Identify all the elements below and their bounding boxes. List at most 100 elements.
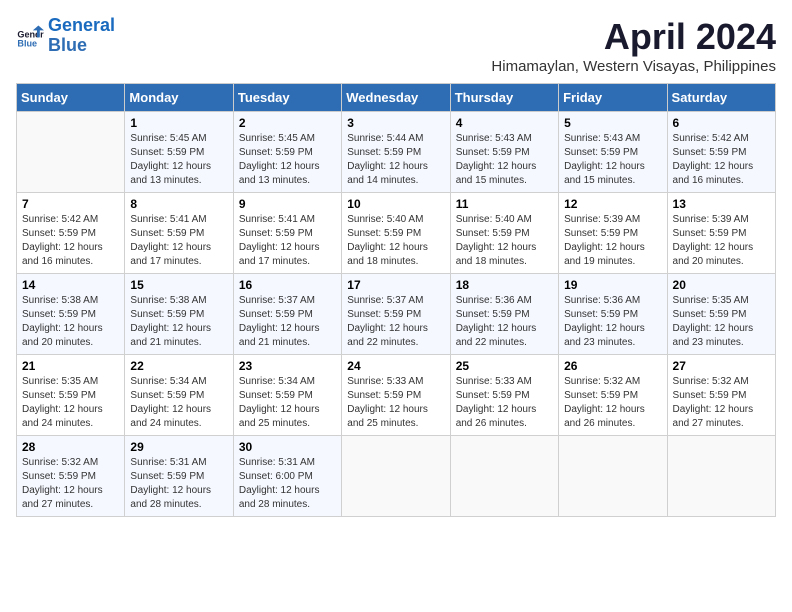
day-number: 14 [22,278,119,292]
weekday-header-friday: Friday [559,84,667,112]
day-info: Sunrise: 5:45 AMSunset: 5:59 PMDaylight:… [130,132,227,188]
weekday-header-saturday: Saturday [667,84,775,112]
day-info: Sunrise: 5:38 AMSunset: 5:59 PMDaylight:… [22,294,119,350]
day-number: 27 [673,359,770,373]
calendar-cell: 7 Sunrise: 5:42 AMSunset: 5:59 PMDaylight… [17,193,125,274]
day-info: Sunrise: 5:39 AMSunset: 5:59 PMDaylight:… [673,213,770,269]
title-area: April 2024 Himamaylan, Western Visayas, … [491,16,776,75]
calendar-cell: 29 Sunrise: 5:31 AMSunset: 5:59 PMDayligh… [125,436,233,517]
calendar-cell: 21 Sunrise: 5:35 AMSunset: 5:59 PMDayligh… [17,355,125,436]
day-number: 19 [564,278,661,292]
day-number: 24 [347,359,444,373]
day-number: 17 [347,278,444,292]
calendar-cell: 16Sunrise: 5:37 AMSunset: 5:59 PMDayligh… [233,274,341,355]
day-number: 1 [130,116,227,130]
day-number: 6 [673,116,770,130]
day-number: 13 [673,197,770,211]
weekday-header-thursday: Thursday [450,84,558,112]
day-info: Sunrise: 5:41 AMSunset: 5:59 PMDaylight:… [130,213,227,269]
day-number: 18 [456,278,553,292]
day-info: Sunrise: 5:39 AMSunset: 5:59 PMDaylight:… [564,213,661,269]
month-title: April 2024 [491,16,776,58]
day-number: 28 [22,440,119,454]
day-info: Sunrise: 5:43 AMSunset: 5:59 PMDaylight:… [456,132,553,188]
day-info: Sunrise: 5:32 AMSunset: 5:59 PMDaylight:… [673,375,770,431]
calendar-cell: 20Sunrise: 5:35 AMSunset: 5:59 PMDayligh… [667,274,775,355]
day-number: 2 [239,116,336,130]
day-info: Sunrise: 5:42 AMSunset: 5:59 PMDaylight:… [673,132,770,188]
day-info: Sunrise: 5:38 AMSunset: 5:59 PMDaylight:… [130,294,227,350]
day-number: 9 [239,197,336,211]
day-info: Sunrise: 5:40 AMSunset: 5:59 PMDaylight:… [347,213,444,269]
calendar-cell: 14 Sunrise: 5:38 AMSunset: 5:59 PMDayligh… [17,274,125,355]
day-number: 3 [347,116,444,130]
calendar-cell: 13 Sunrise: 5:39 AMSunset: 5:59 PMDayligh… [667,193,775,274]
day-info: Sunrise: 5:37 AMSunset: 5:59 PMDaylight:… [239,294,336,350]
day-number: 7 [22,197,119,211]
calendar-cell: 24 Sunrise: 5:33 AMSunset: 5:59 PMDayligh… [342,355,450,436]
day-number: 4 [456,116,553,130]
calendar-cell: 25 Sunrise: 5:33 AMSunset: 5:59 PMDayligh… [450,355,558,436]
calendar-cell: 1 Sunrise: 5:45 AMSunset: 5:59 PMDaylight… [125,112,233,193]
calendar-cell: 10 Sunrise: 5:40 AMSunset: 5:59 PMDayligh… [342,193,450,274]
day-info: Sunrise: 5:36 AMSunset: 5:59 PMDaylight:… [564,294,661,350]
day-number: 26 [564,359,661,373]
day-info: Sunrise: 5:31 AMSunset: 6:00 PMDaylight:… [239,456,336,512]
calendar-cell [17,112,125,193]
day-info: Sunrise: 5:36 AMSunset: 5:59 PMDaylight:… [456,294,553,350]
calendar-cell: 22Sunrise: 5:34 AMSunset: 5:59 PMDayligh… [125,355,233,436]
calendar-cell: 2 Sunrise: 5:45 AMSunset: 5:59 PMDaylight… [233,112,341,193]
calendar-cell [667,436,775,517]
calendar-cell [450,436,558,517]
day-number: 11 [456,197,553,211]
calendar-cell: 12 Sunrise: 5:39 AMSunset: 5:59 PMDayligh… [559,193,667,274]
calendar-cell: 30 Sunrise: 5:31 AMSunset: 6:00 PMDayligh… [233,436,341,517]
calendar-cell: 19 Sunrise: 5:36 AMSunset: 5:59 PMDayligh… [559,274,667,355]
day-number: 25 [456,359,553,373]
day-info: Sunrise: 5:33 AMSunset: 5:59 PMDaylight:… [347,375,444,431]
logo-text: General Blue [48,16,115,56]
day-number: 8 [130,197,227,211]
calendar-cell: 11Sunrise: 5:40 AMSunset: 5:59 PMDayligh… [450,193,558,274]
calendar-cell [342,436,450,517]
calendar-cell: 27 Sunrise: 5:32 AMSunset: 5:59 PMDayligh… [667,355,775,436]
day-info: Sunrise: 5:31 AMSunset: 5:59 PMDaylight:… [130,456,227,512]
weekday-header-monday: Monday [125,84,233,112]
calendar-cell: 5 Sunrise: 5:43 AMSunset: 5:59 PMDaylight… [559,112,667,193]
calendar-cell: 17 Sunrise: 5:37 AMSunset: 5:59 PMDayligh… [342,274,450,355]
day-info: Sunrise: 5:45 AMSunset: 5:59 PMDaylight:… [239,132,336,188]
calendar-table: SundayMondayTuesdayWednesdayThursdayFrid… [16,83,776,517]
calendar-cell: 6 Sunrise: 5:42 AMSunset: 5:59 PMDaylight… [667,112,775,193]
weekday-header-tuesday: Tuesday [233,84,341,112]
calendar-cell: 9 Sunrise: 5:41 AMSunset: 5:59 PMDaylight… [233,193,341,274]
day-info: Sunrise: 5:34 AMSunset: 5:59 PMDaylight:… [239,375,336,431]
weekday-header-wednesday: Wednesday [342,84,450,112]
day-number: 5 [564,116,661,130]
weekday-header-sunday: Sunday [17,84,125,112]
day-number: 21 [22,359,119,373]
day-number: 22 [130,359,227,373]
day-info: Sunrise: 5:33 AMSunset: 5:59 PMDaylight:… [456,375,553,431]
calendar-cell [559,436,667,517]
svg-text:Blue: Blue [17,38,37,48]
day-number: 15 [130,278,227,292]
day-number: 23 [239,359,336,373]
calendar-cell: 23 Sunrise: 5:34 AMSunset: 5:59 PMDayligh… [233,355,341,436]
day-number: 20 [673,278,770,292]
day-info: Sunrise: 5:37 AMSunset: 5:59 PMDaylight:… [347,294,444,350]
day-number: 12 [564,197,661,211]
calendar-cell: 15 Sunrise: 5:38 AMSunset: 5:59 PMDayligh… [125,274,233,355]
day-number: 30 [239,440,336,454]
calendar-cell: 4 Sunrise: 5:43 AMSunset: 5:59 PMDaylight… [450,112,558,193]
day-info: Sunrise: 5:43 AMSunset: 5:59 PMDaylight:… [564,132,661,188]
calendar-cell: 3Sunrise: 5:44 AMSunset: 5:59 PMDaylight… [342,112,450,193]
day-info: Sunrise: 5:41 AMSunset: 5:59 PMDaylight:… [239,213,336,269]
calendar-cell: 18 Sunrise: 5:36 AMSunset: 5:59 PMDayligh… [450,274,558,355]
day-number: 29 [130,440,227,454]
day-info: Sunrise: 5:42 AMSunset: 5:59 PMDaylight:… [22,213,119,269]
day-info: Sunrise: 5:35 AMSunset: 5:59 PMDaylight:… [22,375,119,431]
calendar-cell: 26Sunrise: 5:32 AMSunset: 5:59 PMDayligh… [559,355,667,436]
logo-line1: General [48,15,115,35]
day-number: 10 [347,197,444,211]
day-info: Sunrise: 5:32 AMSunset: 5:59 PMDaylight:… [22,456,119,512]
